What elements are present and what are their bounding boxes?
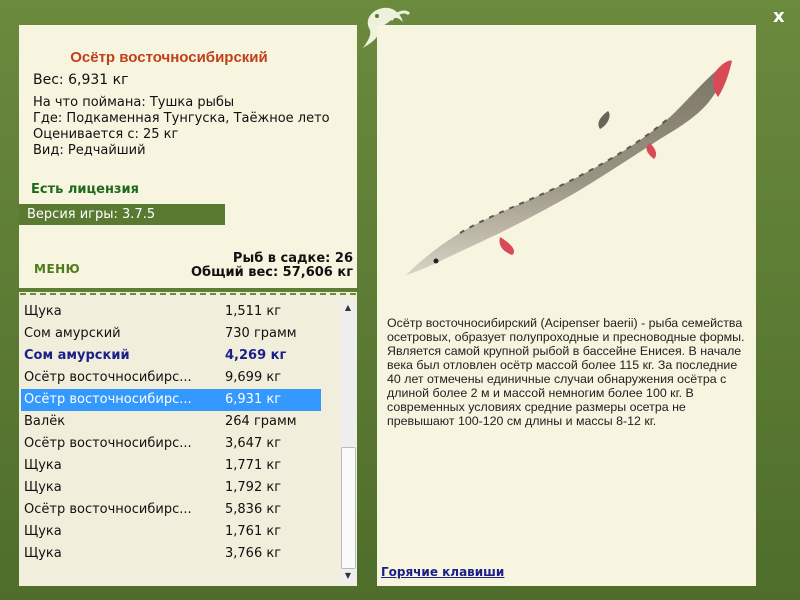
catch-fish-weight: 264 грамм xyxy=(225,414,297,429)
catch-list-row[interactable]: Щука 3,766 кг xyxy=(19,543,339,565)
scroll-up-icon[interactable]: ▲ xyxy=(340,301,356,315)
catch-list-row[interactable]: Осётр восточносибирс... 6,931 кг xyxy=(21,389,321,411)
catch-fish-weight: 1,761 кг xyxy=(225,524,282,539)
total-weight: Общий вес: 57,606 кг xyxy=(190,265,353,280)
catch-fish-weight: 730 грамм xyxy=(225,326,297,341)
catch-list-row[interactable]: Осётр восточносибирс... 9,699 кг xyxy=(19,367,339,389)
catch-fish-name: Сом амурский xyxy=(24,348,130,363)
fish-description: Осётр восточносибирский (Acipenser baeri… xyxy=(387,316,745,428)
scroll-thumb[interactable] xyxy=(341,447,356,569)
catch-fish-name: Щука xyxy=(24,458,62,473)
menu-button[interactable]: МЕНЮ xyxy=(34,262,80,276)
catch-list-row[interactable]: Щука 1,761 кг xyxy=(19,521,339,543)
catch-fish-name: Сом амурский xyxy=(24,326,121,341)
game-version-bar: Версия игры: 3.7.5 xyxy=(19,204,225,225)
fish-title: Осётр восточносибирский xyxy=(70,49,268,66)
catch-list-row[interactable]: Валёк 264 грамм xyxy=(19,411,339,433)
location-info: Где: Подкаменная Тунгуска, Таёжное лето xyxy=(33,111,330,126)
catch-fish-weight: 1,792 кг xyxy=(225,480,282,495)
valuation-info: Оценивается с: 25 кг xyxy=(33,127,179,142)
keepnet-count: Рыб в садке: 26 xyxy=(232,251,353,266)
close-button[interactable]: x xyxy=(773,6,785,27)
catch-list-row[interactable]: Осётр восточносибирс... 5,836 кг xyxy=(19,499,339,521)
catch-fish-name: Щука xyxy=(24,480,62,495)
catch-fish-name: Щука xyxy=(24,524,62,539)
catch-fish-name: Осётр восточносибирс... xyxy=(24,436,192,451)
fish-weight: Вес: 6,931 кг xyxy=(33,72,129,88)
catch-list-row[interactable]: Щука 1,792 кг xyxy=(19,477,339,499)
catch-list: Щука 1,511 кг Сом амурский 730 грамм Сом аму… xyxy=(19,301,339,565)
catch-fish-weight: 1,771 кг xyxy=(225,458,282,473)
bait-info: На что поймана: Тушка рыбы xyxy=(33,95,235,110)
catch-list-row[interactable]: Щука 1,511 кг xyxy=(19,301,339,323)
catch-fish-name: Щука xyxy=(24,546,62,561)
catch-fish-weight: 5,836 кг xyxy=(225,502,282,517)
catch-fish-weight: 4,269 кг xyxy=(225,348,287,363)
catch-fish-name: Осётр восточносибирс... xyxy=(24,392,192,407)
dashed-divider xyxy=(20,293,356,295)
hotkeys-link[interactable]: Горячие клавиши xyxy=(381,565,504,579)
catch-list-row[interactable]: Осётр восточносибирс... 3,647 кг xyxy=(19,433,339,455)
catch-list-row[interactable]: Сом амурский 730 грамм xyxy=(19,323,339,345)
catch-list-row[interactable]: Сом амурский 4,269 кг xyxy=(19,345,339,367)
catch-list-row[interactable]: Щука 1,771 кг xyxy=(19,455,339,477)
sturgeon-image xyxy=(406,60,732,276)
catch-fish-name: Щука xyxy=(24,304,62,319)
catch-fish-weight: 6,931 кг xyxy=(225,392,282,407)
catch-list-scrollbar[interactable]: ▲ ▼ xyxy=(340,301,356,583)
catch-fish-weight: 9,699 кг xyxy=(225,370,282,385)
catch-fish-name: Осётр восточносибирс... xyxy=(24,502,192,517)
game-version-label: Версия игры: 3.7.5 xyxy=(27,207,156,222)
scroll-down-icon[interactable]: ▼ xyxy=(340,569,356,583)
catch-fish-name: Валёк xyxy=(24,414,66,429)
catch-fish-name: Осётр восточносибирс... xyxy=(24,370,192,385)
catch-fish-weight: 3,766 кг xyxy=(225,546,282,561)
catch-fish-weight: 3,647 кг xyxy=(225,436,282,451)
rarity-info: Вид: Редчайший xyxy=(33,143,146,158)
license-status: Есть лицензия xyxy=(31,182,139,197)
catch-fish-weight: 1,511 кг xyxy=(225,304,282,319)
